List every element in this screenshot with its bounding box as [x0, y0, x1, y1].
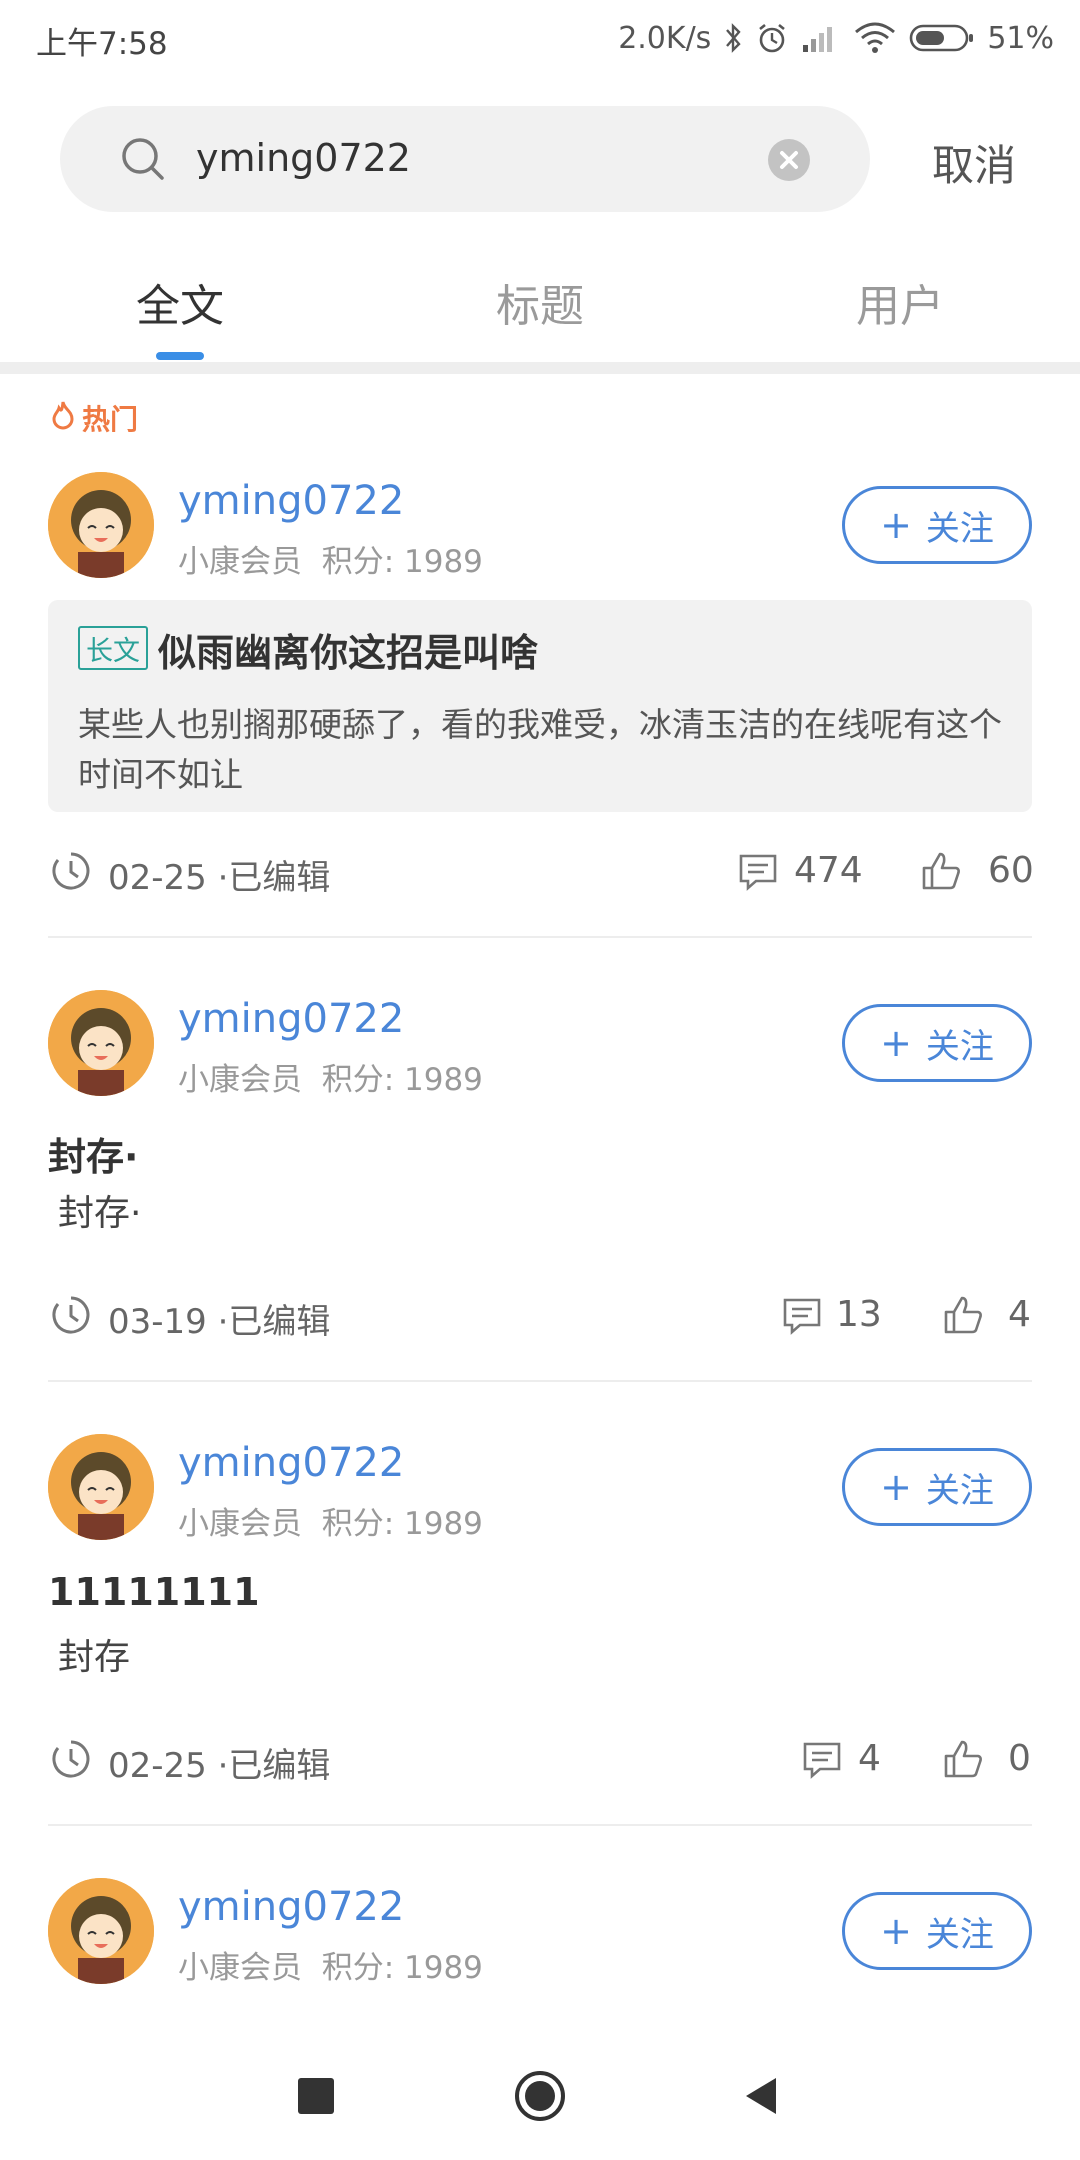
post-date: 02-25 ·已编辑	[108, 1746, 331, 1786]
follow-label: 关注	[925, 1914, 994, 1955]
comment-count: 474	[794, 850, 863, 891]
user-points: 积分: 1989	[321, 1950, 483, 1986]
post-preview-card[interactable]: 长文 似雨幽离你这招是叫啥 某些人也别搁那硬舔了，看的我难受，冰清玉洁的在线呢有…	[48, 600, 1032, 812]
tab-indicator	[156, 352, 204, 360]
post-date: 02-25 ·已编辑	[108, 858, 331, 898]
follow-button[interactable]: + 关注	[842, 1004, 1032, 1082]
avatar[interactable]	[48, 1434, 154, 1540]
like-count: 4	[1008, 1294, 1031, 1335]
like-icon[interactable]	[920, 850, 962, 892]
user-points: 积分: 1989	[321, 1506, 483, 1542]
like-icon[interactable]	[942, 1294, 984, 1336]
clock-icon	[50, 1294, 92, 1336]
follow-label: 关注	[925, 1026, 994, 1067]
post-excerpt: 某些人也别搁那硬舔了，看的我难受，冰清玉洁的在线呢有这个时间不如让	[78, 705, 1002, 794]
username[interactable]: yming0722	[178, 1440, 404, 1486]
tab-fulltext[interactable]: 全文	[80, 270, 280, 334]
plus-icon: +	[880, 1021, 912, 1065]
like-count: 60	[988, 850, 1034, 891]
system-nav-bar	[0, 2040, 1080, 2160]
tab-users[interactable]: 用户	[800, 270, 1000, 334]
hot-label: 热门	[50, 398, 138, 438]
post-divider	[48, 936, 1032, 938]
username[interactable]: yming0722	[178, 478, 404, 524]
search-input[interactable]: yming0722	[196, 136, 411, 180]
user-points: 积分: 1989	[321, 1062, 483, 1098]
like-icon[interactable]	[942, 1738, 984, 1780]
follow-button[interactable]: + 关注	[842, 1892, 1032, 1970]
home-icon[interactable]	[514, 2070, 566, 2122]
avatar[interactable]	[48, 990, 154, 1096]
member-level: 小康会员	[178, 1506, 302, 1542]
comment-icon[interactable]	[738, 852, 778, 892]
signal-icon	[801, 23, 841, 53]
plus-icon: +	[880, 1909, 912, 1953]
alarm-icon	[755, 21, 789, 55]
post-title: 似雨幽离你这招是叫啥	[158, 631, 539, 675]
clock-icon	[50, 1738, 92, 1780]
user-meta: 小康会员 积分: 1989	[178, 1054, 483, 1099]
cancel-button[interactable]: 取消	[932, 132, 1016, 193]
tab-title[interactable]: 标题	[440, 270, 640, 334]
search-icon	[118, 134, 168, 184]
post-title[interactable]: 封存·	[48, 1126, 138, 1181]
post-divider	[48, 1380, 1032, 1382]
clock-icon	[50, 850, 92, 892]
username[interactable]: yming0722	[178, 996, 404, 1042]
long-article-tag: 长文	[78, 626, 148, 670]
post-excerpt[interactable]: 封存·	[58, 1184, 141, 1236]
status-time: 上午7:58	[36, 26, 168, 62]
back-icon[interactable]	[740, 2074, 782, 2118]
tabs-divider	[0, 362, 1080, 374]
user-meta: 小康会员 积分: 1989	[178, 1498, 483, 1543]
avatar[interactable]	[48, 1878, 154, 1984]
net-speed: 2.0K/s	[618, 20, 712, 56]
user-meta: 小康会员 积分: 1989	[178, 536, 483, 581]
search-bar[interactable]: yming0722	[60, 106, 870, 212]
follow-label: 关注	[925, 1470, 994, 1511]
status-indicators: 2.0K/s 51%	[618, 16, 1054, 60]
flame-icon	[50, 400, 76, 437]
plus-icon: +	[880, 1465, 912, 1509]
status-bar: 上午7:58 2.0K/s 51%	[0, 0, 1080, 76]
member-level: 小康会员	[178, 1062, 302, 1098]
post-title[interactable]: 11111111	[48, 1570, 260, 1614]
member-level: 小康会员	[178, 544, 302, 580]
comment-count: 4	[858, 1738, 881, 1779]
content-edge	[0, 2010, 1080, 2040]
post-date: 03-19 ·已编辑	[108, 1302, 331, 1342]
plus-icon: +	[880, 503, 912, 547]
battery-percent: 51%	[987, 20, 1054, 56]
wifi-icon	[853, 22, 897, 54]
username[interactable]: yming0722	[178, 1884, 404, 1930]
comment-icon[interactable]	[802, 1740, 842, 1780]
hot-text: 热门	[82, 403, 139, 436]
member-level: 小康会员	[178, 1950, 302, 1986]
user-points: 积分: 1989	[321, 544, 483, 580]
follow-button[interactable]: + 关注	[842, 1448, 1032, 1526]
like-count: 0	[1008, 1738, 1031, 1779]
clear-icon[interactable]	[768, 139, 810, 181]
post-divider	[48, 1824, 1032, 1826]
battery-icon	[909, 23, 975, 53]
comment-icon[interactable]	[782, 1296, 822, 1336]
recent-apps-icon[interactable]	[298, 2078, 334, 2114]
post-excerpt[interactable]: 封存	[58, 1628, 130, 1680]
bluetooth-icon	[723, 22, 743, 54]
user-meta: 小康会员 积分: 1989	[178, 1942, 483, 1987]
avatar[interactable]	[48, 472, 154, 578]
follow-label: 关注	[925, 508, 994, 549]
comment-count: 13	[836, 1294, 882, 1335]
follow-button[interactable]: + 关注	[842, 486, 1032, 564]
